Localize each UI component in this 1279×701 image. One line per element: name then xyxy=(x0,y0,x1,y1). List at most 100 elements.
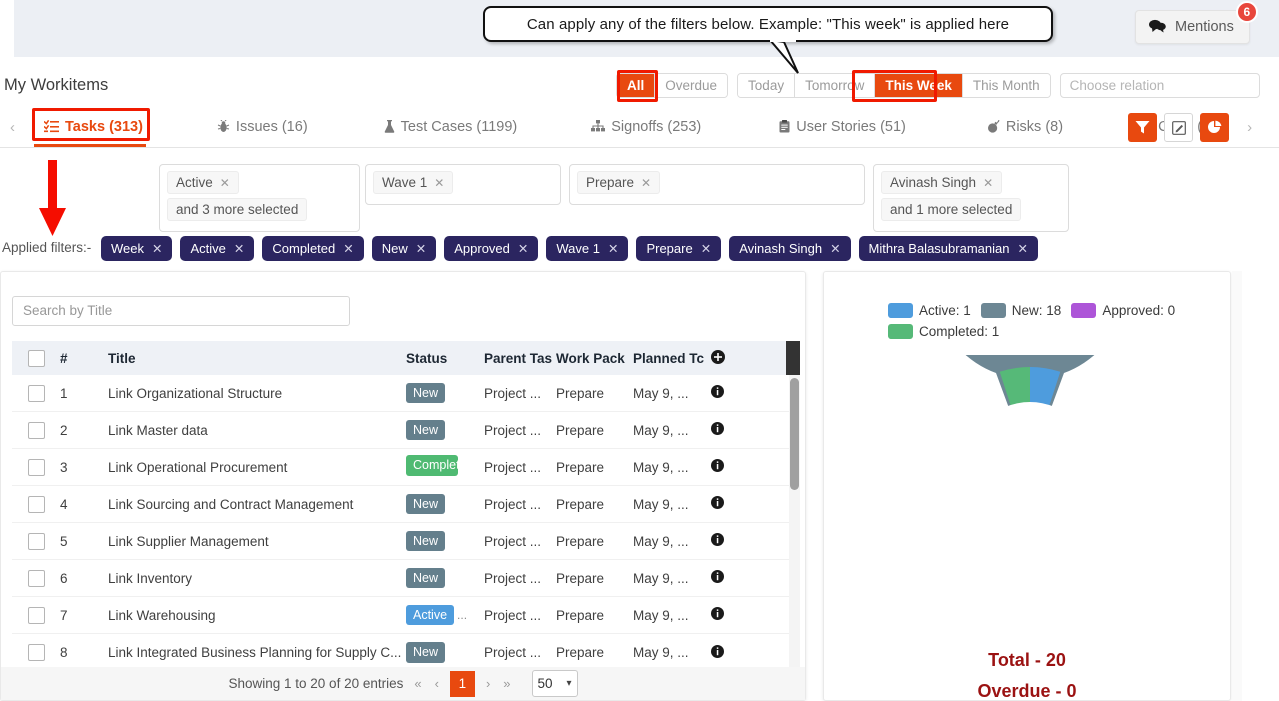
row-title[interactable]: Link Inventory xyxy=(108,571,406,586)
table-row[interactable]: 5 Link Supplier Management New Project .… xyxy=(12,523,794,560)
pie-chart-icon[interactable] xyxy=(1200,113,1229,142)
filter-chip[interactable]: Wave 1 ✕ xyxy=(373,171,454,194)
table-row[interactable]: 1 Link Organizational Structure New Proj… xyxy=(12,375,794,412)
column-header-parent-task[interactable]: Parent Tas xyxy=(484,351,556,366)
date-filter-this-week[interactable]: This Week xyxy=(874,74,962,97)
close-icon[interactable]: ✕ xyxy=(234,241,244,256)
select-all-checkbox[interactable] xyxy=(12,349,60,367)
applied-filter-chip[interactable]: Prepare ✕ xyxy=(636,236,722,261)
row-info-icon[interactable] xyxy=(711,496,751,512)
edit-icon[interactable] xyxy=(1164,113,1193,142)
pagination-first-double-chevron-left-icon[interactable]: « xyxy=(412,676,423,691)
column-header-title[interactable]: Title xyxy=(108,351,406,366)
close-icon[interactable]: ✕ xyxy=(608,241,618,256)
applied-filter-chip[interactable]: Approved ✕ xyxy=(444,236,539,261)
row-title[interactable]: Link Sourcing and Contract Management xyxy=(108,497,406,512)
tabs-next-chevron-right-icon[interactable]: › xyxy=(1247,119,1252,136)
filter-chip[interactable]: Prepare ✕ xyxy=(577,171,661,194)
applied-filter-chip[interactable]: Completed ✕ xyxy=(262,236,364,261)
close-icon[interactable]: ✕ xyxy=(416,241,426,256)
tab-issues[interactable]: Issues (16) xyxy=(203,108,322,146)
row-checkbox[interactable] xyxy=(12,606,60,624)
date-filter-overdue[interactable]: Overdue xyxy=(654,74,728,97)
row-title[interactable]: Link Warehousing xyxy=(108,608,406,623)
close-icon[interactable]: ✕ xyxy=(983,176,993,190)
close-icon[interactable]: ✕ xyxy=(1017,241,1027,256)
row-title[interactable]: Link Integrated Business Planning for Su… xyxy=(108,645,406,660)
page-size-select[interactable]: 50 ▾ xyxy=(531,670,578,697)
row-checkbox[interactable] xyxy=(12,532,60,550)
tabs-prev-chevron-left-icon[interactable]: ‹ xyxy=(10,119,15,136)
legend-item-completed[interactable]: Completed: 1 xyxy=(888,324,999,339)
row-checkbox[interactable] xyxy=(12,421,60,439)
row-title[interactable]: Link Organizational Structure xyxy=(108,386,406,401)
table-row[interactable]: 2 Link Master data New Project ... Prepa… xyxy=(12,412,794,449)
row-info-icon[interactable] xyxy=(711,570,751,586)
close-icon[interactable]: ✕ xyxy=(701,241,711,256)
row-info-icon[interactable] xyxy=(711,459,751,475)
filter-icon[interactable] xyxy=(1128,113,1157,142)
table-row[interactable]: 6 Link Inventory New Project ... Prepare… xyxy=(12,560,794,597)
row-checkbox[interactable] xyxy=(12,384,60,402)
filter-select-status[interactable]: Active ✕ and 3 more selected xyxy=(159,164,360,232)
row-checkbox[interactable] xyxy=(12,458,60,476)
table-row[interactable]: 3 Link Operational Procurement Completed… xyxy=(12,449,794,486)
close-icon[interactable]: ✕ xyxy=(220,176,230,190)
table-row[interactable]: 8 Link Integrated Business Planning for … xyxy=(12,634,794,671)
date-filter-all[interactable]: All xyxy=(617,74,655,97)
legend-item-active[interactable]: Active: 1 xyxy=(888,303,971,318)
filter-select-wave[interactable]: Wave 1 ✕ xyxy=(365,164,561,205)
row-info-icon[interactable] xyxy=(711,385,751,401)
choose-relation-input[interactable]: Choose relation xyxy=(1059,73,1260,98)
tab-signoffs[interactable]: Signoffs (253) xyxy=(577,108,715,146)
row-title[interactable]: Link Operational Procurement xyxy=(108,460,406,475)
page-scrollbar[interactable] xyxy=(1232,271,1242,701)
row-info-icon[interactable] xyxy=(711,644,751,661)
tab-user-stories[interactable]: User Stories (51) xyxy=(765,108,920,146)
applied-filter-chip[interactable]: Avinash Singh ✕ xyxy=(729,236,851,261)
legend-item-new[interactable]: New: 18 xyxy=(980,303,1061,318)
applied-filter-chip[interactable]: Week ✕ xyxy=(101,236,173,261)
tab-tasks[interactable]: Tasks (313) xyxy=(30,108,157,146)
row-info-icon[interactable] xyxy=(711,607,751,623)
table-scrollbar-thumb[interactable] xyxy=(790,378,799,490)
close-icon[interactable]: ✕ xyxy=(434,176,444,190)
row-checkbox[interactable] xyxy=(12,644,60,661)
pagination-prev-chevron-left-icon[interactable]: ‹ xyxy=(433,676,441,691)
date-filter-this-month[interactable]: This Month xyxy=(961,74,1050,97)
pagination-last-double-chevron-right-icon[interactable]: » xyxy=(501,676,512,691)
applied-filter-chip[interactable]: Wave 1 ✕ xyxy=(546,236,629,261)
close-icon[interactable]: ✕ xyxy=(152,241,162,256)
row-info-icon[interactable] xyxy=(711,533,751,549)
search-input[interactable]: Search by Title xyxy=(12,296,350,326)
row-info-icon[interactable] xyxy=(711,422,751,438)
filter-chip-more[interactable]: and 3 more selected xyxy=(167,198,308,221)
column-header-status[interactable]: Status xyxy=(406,351,484,366)
column-header-number[interactable]: # xyxy=(60,351,108,366)
pagination-next-chevron-right-icon[interactable]: › xyxy=(484,676,492,691)
row-checkbox[interactable] xyxy=(12,569,60,587)
applied-filter-chip[interactable]: Active ✕ xyxy=(180,236,255,261)
add-column-plus-circle-icon[interactable] xyxy=(711,349,751,367)
applied-filter-chip[interactable]: New ✕ xyxy=(371,236,437,261)
table-row[interactable]: 4 Link Sourcing and Contract Management … xyxy=(12,486,794,523)
close-icon[interactable]: ✕ xyxy=(518,241,528,256)
close-icon[interactable]: ✕ xyxy=(830,241,840,256)
mentions-button[interactable]: Mentions 6 xyxy=(1135,1,1258,44)
row-title[interactable]: Link Supplier Management xyxy=(108,534,406,549)
row-checkbox[interactable] xyxy=(12,495,60,513)
filter-chip[interactable]: Avinash Singh ✕ xyxy=(881,171,1003,194)
tab-test-cases[interactable]: Test Cases (1199) xyxy=(370,108,532,146)
row-title[interactable]: Link Master data xyxy=(108,423,406,438)
applied-filter-chip[interactable]: Mithra Balasubramanian ✕ xyxy=(858,236,1038,261)
close-icon[interactable]: ✕ xyxy=(343,241,353,256)
column-header-work-package[interactable]: Work Pack xyxy=(556,351,633,366)
legend-item-approved[interactable]: Approved: 0 xyxy=(1071,303,1175,318)
close-icon[interactable]: ✕ xyxy=(641,176,651,190)
status-donut-chart[interactable] xyxy=(920,355,1140,575)
filter-select-owner[interactable]: Avinash Singh ✕ and 1 more selected xyxy=(873,164,1069,232)
pagination-current-page[interactable]: 1 xyxy=(449,670,475,697)
filter-select-workpackage[interactable]: Prepare ✕ xyxy=(569,164,865,205)
tab-risks[interactable]: Risks (8) xyxy=(973,108,1077,146)
table-row[interactable]: 7 Link Warehousing Active... Project ...… xyxy=(12,597,794,634)
